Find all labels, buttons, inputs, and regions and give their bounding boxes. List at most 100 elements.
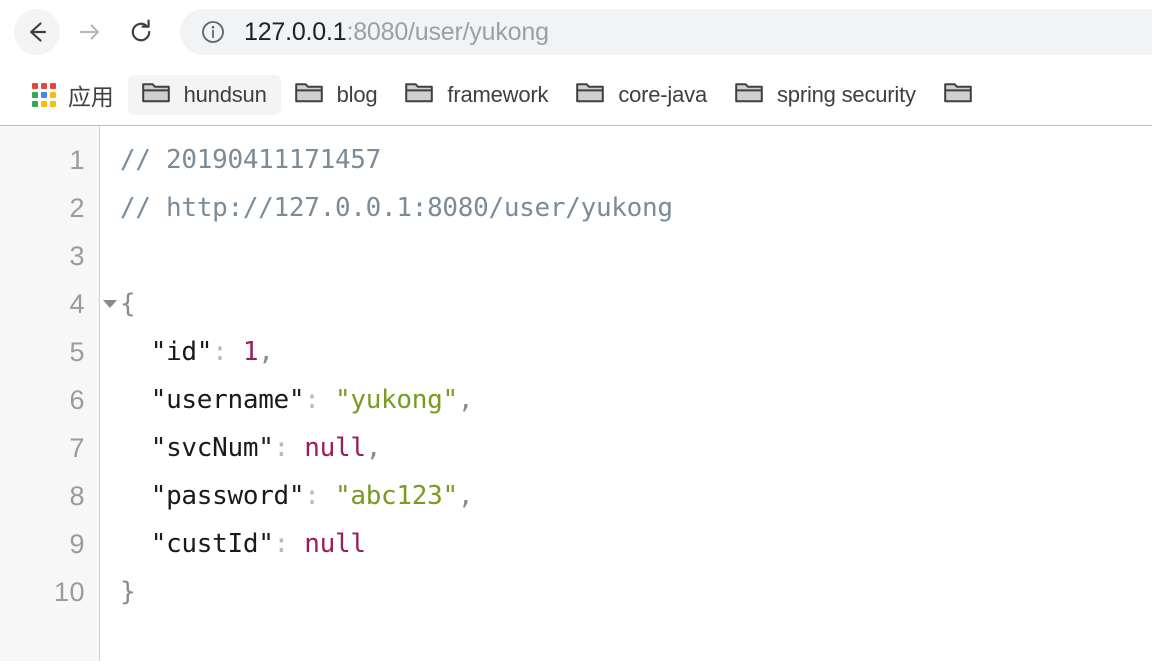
line-number-row: 6 [0, 376, 99, 424]
apps-grid-cell [32, 82, 38, 89]
code-line: "password": "abc123", [120, 472, 1152, 520]
bookmark-item-label: core-java [618, 81, 707, 107]
browser-toolbar: 127.0.0.1:8080/user/yukong [0, 0, 1152, 64]
line-number-row: 10 [0, 568, 99, 616]
token-punct: , [457, 385, 474, 415]
token-string: "yukong" [334, 385, 458, 415]
bookmark-item-label: spring security [777, 81, 916, 107]
line-number-row: 9 [0, 520, 99, 568]
url-host: 127.0.0.1 [244, 17, 347, 46]
bookmark-item-hundsun[interactable]: hundsun [127, 74, 281, 115]
reload-button[interactable] [118, 9, 164, 55]
arrow-right-icon [75, 18, 103, 46]
line-number-row: 5 [0, 328, 99, 376]
folder-icon [944, 80, 972, 109]
token-colon: : [273, 433, 290, 463]
apps-grid-cell [50, 91, 56, 98]
token-comment: // http://127.0.0.1:8080/user/yukong [120, 193, 673, 223]
token-punct: , [258, 337, 274, 367]
apps-grid-cell [41, 82, 47, 89]
bookmarks-bar: 应用 hundsun blog framework core-java spri… [0, 64, 1152, 126]
token-colon: : [212, 337, 228, 367]
bookmark-item-label: hundsun [183, 81, 267, 107]
line-number-row: 7 [0, 424, 99, 472]
browser-window: 127.0.0.1:8080/user/yukong 应用 hundsun bl… [0, 0, 1152, 662]
line-number: 7 [69, 432, 85, 463]
token-string: "abc123" [334, 481, 458, 511]
back-button[interactable] [14, 9, 60, 55]
bookmark-item-core-java[interactable]: core-java [562, 75, 721, 115]
token-colon: : [304, 481, 320, 511]
bookmark-item-label: framework [447, 81, 549, 107]
token-key: "svcNum" [150, 433, 274, 463]
address-bar[interactable]: 127.0.0.1:8080/user/yukong [180, 9, 1152, 55]
token-number: 1 [242, 337, 259, 367]
folder-icon [405, 80, 434, 109]
apps-grid-cell [41, 91, 47, 98]
token-brace: { [120, 289, 136, 319]
triangle-down-icon[interactable] [103, 300, 117, 308]
arrow-left-icon [23, 18, 51, 46]
info-circle-icon[interactable] [200, 19, 226, 45]
token-punct: , [365, 433, 382, 463]
line-number-row: 2 [0, 184, 99, 232]
line-number: 4 [69, 288, 85, 319]
folder-icon [294, 80, 323, 109]
reload-icon [126, 17, 156, 47]
bookmark-apps[interactable]: 应用 [18, 75, 128, 115]
bookmark-item-overflow[interactable] [930, 75, 1000, 115]
line-number: 3 [69, 240, 85, 271]
line-number-row: 4 [0, 280, 117, 328]
apps-grid-icon [32, 82, 56, 107]
bookmark-item-blog[interactable]: blog [281, 75, 392, 115]
code-line: } [120, 568, 1152, 616]
bookmark-item-framework[interactable]: framework [391, 75, 562, 115]
token-punct: , [457, 481, 474, 511]
line-number-row: 3 [0, 232, 99, 280]
code-line: // 20190411171457 [120, 136, 1152, 184]
apps-grid-cell [50, 100, 56, 107]
line-number-row: 8 [0, 472, 99, 520]
token-colon: : [304, 385, 320, 415]
token-brace: } [120, 577, 136, 607]
token-key: "id" [150, 337, 213, 367]
apps-grid-cell [50, 82, 56, 89]
code-line: { [120, 280, 1152, 328]
code-line: "custId": null [120, 520, 1152, 568]
bookmark-item-spring-security[interactable]: spring security [721, 75, 930, 115]
forward-button[interactable] [66, 9, 112, 55]
token-colon: : [273, 529, 290, 559]
code-line: // http://127.0.0.1:8080/user/yukong [120, 184, 1152, 232]
token-key: "custId" [150, 529, 274, 559]
apps-grid-cell [32, 91, 38, 98]
token-comment: // 20190411171457 [120, 145, 382, 175]
token-key: "password" [150, 481, 305, 511]
code-line: "username": "yukong", [120, 376, 1152, 424]
token-key: "username" [150, 385, 305, 415]
line-number: 9 [69, 528, 85, 559]
line-number-row: 1 [0, 136, 99, 184]
address-bar-url: 127.0.0.1:8080/user/yukong [244, 18, 549, 47]
json-viewer: 1 2 3 4 5 6 7 8 9 10 // 20190411171457 // http://1… [0, 126, 1152, 661]
line-number: 6 [69, 384, 85, 415]
line-number: 5 [69, 336, 85, 367]
code-line: "id": 1, [120, 328, 1152, 376]
code-line: "svcNum": null, [120, 424, 1152, 472]
folder-icon [141, 80, 170, 109]
code-area[interactable]: // 20190411171457 // http://127.0.0.1:808… [100, 126, 1152, 661]
line-number-gutter: 1 2 3 4 5 6 7 8 9 10 [0, 126, 117, 661]
folder-icon [576, 80, 605, 109]
line-number: 2 [69, 192, 85, 223]
line-number: 10 [53, 576, 85, 607]
apps-grid-cell [32, 100, 38, 107]
